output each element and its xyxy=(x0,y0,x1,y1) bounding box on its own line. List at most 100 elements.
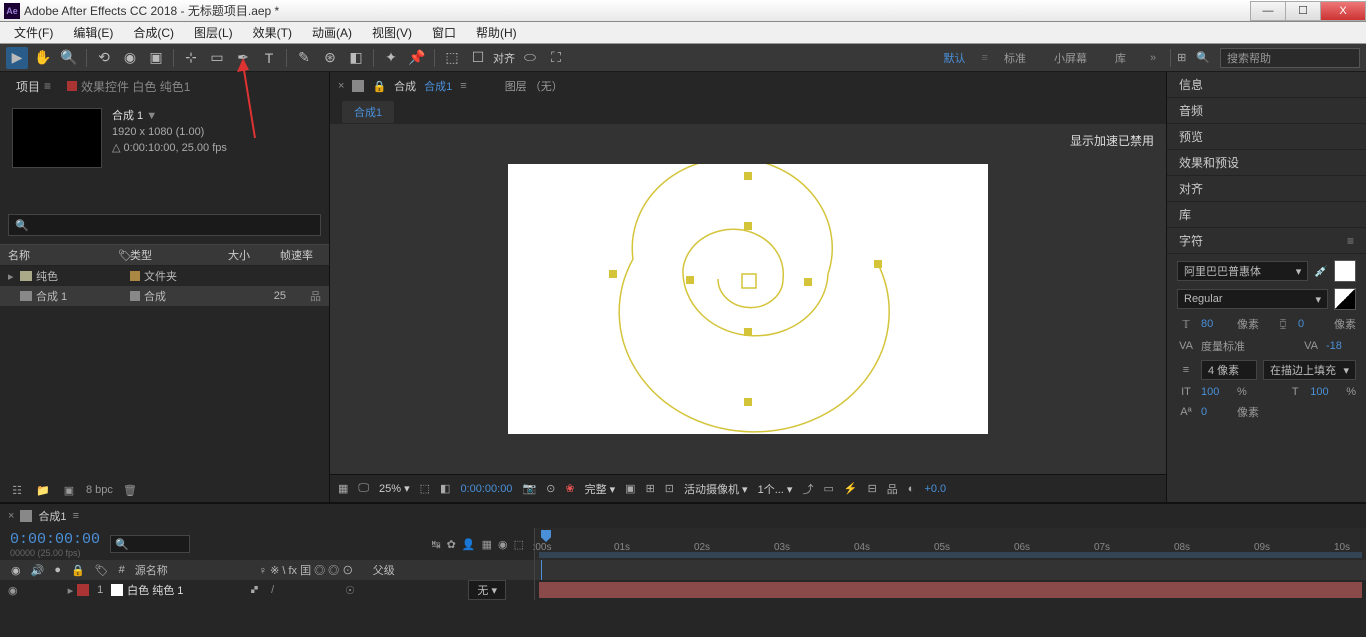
close-tab-icon[interactable]: × xyxy=(338,80,344,92)
current-time[interactable]: 0:00:00:00 xyxy=(460,483,512,495)
color-mgmt-icon[interactable]: ❀ xyxy=(565,482,574,495)
frame-blend-icon[interactable]: ▦ xyxy=(482,538,492,551)
menu-animation[interactable]: 动画(A) xyxy=(302,22,362,43)
panel-library[interactable]: 库 xyxy=(1167,202,1366,228)
fill-color-swatch[interactable] xyxy=(1334,260,1356,282)
comp-name[interactable]: 合成1 xyxy=(424,78,452,94)
mask-icon[interactable]: ◧ xyxy=(440,482,450,495)
graph-editor-icon[interactable]: ⬚ xyxy=(514,538,524,551)
snap-toggle[interactable]: ☐ xyxy=(467,47,489,69)
panel-menu-icon[interactable]: ≡ xyxy=(460,80,466,92)
puppet-tool[interactable]: 📌 xyxy=(406,47,428,69)
menu-file[interactable]: 文件(F) xyxy=(4,22,63,43)
anchor-tool[interactable]: ⊹ xyxy=(180,47,202,69)
brush-tool[interactable]: ✎ xyxy=(293,47,315,69)
flowchart-icon[interactable]: 品 xyxy=(887,481,898,497)
project-search[interactable]: 🔍 xyxy=(8,214,321,236)
lock-icon[interactable]: 🔒 xyxy=(372,80,386,93)
project-tab[interactable]: 项目 ≡ xyxy=(8,74,59,99)
trash-icon[interactable]: 🗑 xyxy=(121,481,139,499)
project-row-comp[interactable]: 合成 1 合成 25 品 xyxy=(0,286,329,306)
zoom-dropdown[interactable]: 25% ▾ xyxy=(379,482,410,495)
timeline-tab[interactable]: 合成1 xyxy=(38,508,66,524)
workspace-standard[interactable]: 标准 xyxy=(992,50,1038,66)
exposure-value[interactable]: +0.0 xyxy=(924,483,946,495)
workspace-default[interactable]: 默认 xyxy=(932,50,978,66)
shy-icon[interactable]: 👤 xyxy=(462,538,476,551)
layer-clip[interactable] xyxy=(539,582,1362,598)
local-axis-icon[interactable]: ⬚ xyxy=(441,47,463,69)
shape-tool[interactable]: ▭ xyxy=(206,47,228,69)
layer-track[interactable] xyxy=(534,580,1366,600)
snapshot-icon[interactable]: 📷 xyxy=(522,482,536,495)
resolution-dropdown[interactable]: 完整 ▾ xyxy=(585,481,616,497)
eyedropper-icon[interactable]: 💉 xyxy=(1314,265,1328,278)
layer-label-color[interactable] xyxy=(77,584,89,596)
baseline-value[interactable]: 0 xyxy=(1201,406,1231,418)
menu-edit[interactable]: 编辑(E) xyxy=(63,22,123,43)
comp-viewer[interactable]: 显示加速已禁用 xyxy=(330,124,1166,474)
views-dropdown[interactable]: 1个... ▾ xyxy=(758,481,793,497)
toggle-transparency-icon[interactable]: 🖵 xyxy=(358,482,369,495)
exposure-reset-icon[interactable]: ◐ xyxy=(908,483,915,495)
comp-mini-flowchart-icon[interactable]: ↹ xyxy=(431,538,440,551)
roto-tool[interactable]: ✦ xyxy=(380,47,402,69)
flowchart-icon[interactable]: 品 xyxy=(310,288,321,304)
menu-view[interactable]: 视图(V) xyxy=(362,22,422,43)
stroke-color-swatch[interactable] xyxy=(1334,288,1356,310)
hand-tool[interactable]: ✋ xyxy=(32,47,54,69)
timeline-current-time[interactable]: 0:00:00:00 xyxy=(10,531,100,548)
vscale-value[interactable]: 100 xyxy=(1201,386,1231,398)
roi-icon[interactable]: ▣ xyxy=(625,482,635,495)
panel-align[interactable]: 对齐 xyxy=(1167,176,1366,202)
stroke-width-dropdown[interactable]: 4 像素 xyxy=(1201,360,1257,380)
menu-window[interactable]: 窗口 xyxy=(422,22,466,43)
panel-preview[interactable]: 预览 xyxy=(1167,124,1366,150)
timeline-icon[interactable]: ⊟ xyxy=(868,482,877,495)
grid-overlay-icon[interactable]: ⊞ xyxy=(646,482,655,495)
timeline-layer-row[interactable]: ◉ ▸ 1 白色 纯色 1 🙾 / ☉ 无 ▾ xyxy=(0,580,1366,600)
comp-canvas[interactable] xyxy=(508,164,988,434)
resolution-icon[interactable]: ⬚ xyxy=(420,482,430,495)
comp-thumbnail[interactable] xyxy=(12,108,102,168)
selection-tool[interactable]: ▶ xyxy=(6,47,28,69)
orbit-tool[interactable]: ⟲ xyxy=(93,47,115,69)
workspace-library[interactable]: 库 xyxy=(1103,50,1138,66)
help-search-input[interactable]: 搜索帮助 xyxy=(1220,48,1360,68)
maximize-button[interactable]: ☐ xyxy=(1285,1,1321,21)
hscale-value[interactable]: 100 xyxy=(1310,386,1340,398)
timeline-search[interactable]: 🔍 xyxy=(110,535,190,553)
comp-subtab[interactable]: 合成1 xyxy=(342,101,394,123)
leading-value[interactable]: 0 xyxy=(1298,318,1328,330)
layer-name[interactable]: 白色 纯色 1 xyxy=(127,582,247,598)
channel-icon[interactable]: ⊙ xyxy=(546,482,555,495)
menu-layer[interactable]: 图层(L) xyxy=(184,22,243,43)
expand-icon[interactable]: ⛶ xyxy=(545,47,567,69)
grid-icon[interactable]: ⊞ xyxy=(1177,51,1186,64)
text-tool[interactable]: T xyxy=(258,47,280,69)
draft3d-icon[interactable]: ✿ xyxy=(447,538,456,551)
font-family-dropdown[interactable]: 阿里巴巴普惠体▾ xyxy=(1177,261,1308,281)
grid-icon[interactable]: ▦ xyxy=(338,482,348,495)
pixel-aspect-icon[interactable]: ▭ xyxy=(823,482,833,495)
visibility-toggle[interactable]: ◉ xyxy=(8,584,18,597)
panel-info[interactable]: 信息 xyxy=(1167,72,1366,98)
playhead-icon[interactable] xyxy=(541,530,551,542)
menu-effect[interactable]: 效果(T) xyxy=(243,22,302,43)
pen-tool[interactable]: ✒ xyxy=(232,47,254,69)
close-button[interactable]: X xyxy=(1320,1,1366,21)
timeline-close-icon[interactable]: × xyxy=(8,510,14,522)
source-name-header[interactable]: 源名称 xyxy=(132,562,252,578)
stamp-tool[interactable]: ⊛ xyxy=(319,47,341,69)
font-style-dropdown[interactable]: Regular▾ xyxy=(1177,289,1328,309)
new-folder-icon[interactable]: 📁 xyxy=(34,481,52,499)
panel-effects[interactable]: 效果和预设 xyxy=(1167,150,1366,176)
project-row-folder[interactable]: ▸ 纯色 文件夹 xyxy=(0,266,329,286)
panel-audio[interactable]: 音频 xyxy=(1167,98,1366,124)
fast-preview-icon[interactable]: ⚡ xyxy=(844,482,858,495)
stroke-mode-dropdown[interactable]: 在描边上填充▾ xyxy=(1263,360,1356,380)
rotate-tool[interactable]: ◉ xyxy=(119,47,141,69)
minimize-button[interactable]: — xyxy=(1250,1,1286,21)
camera-tool[interactable]: ▣ xyxy=(145,47,167,69)
bpc-label[interactable]: 8 bpc xyxy=(86,484,113,496)
